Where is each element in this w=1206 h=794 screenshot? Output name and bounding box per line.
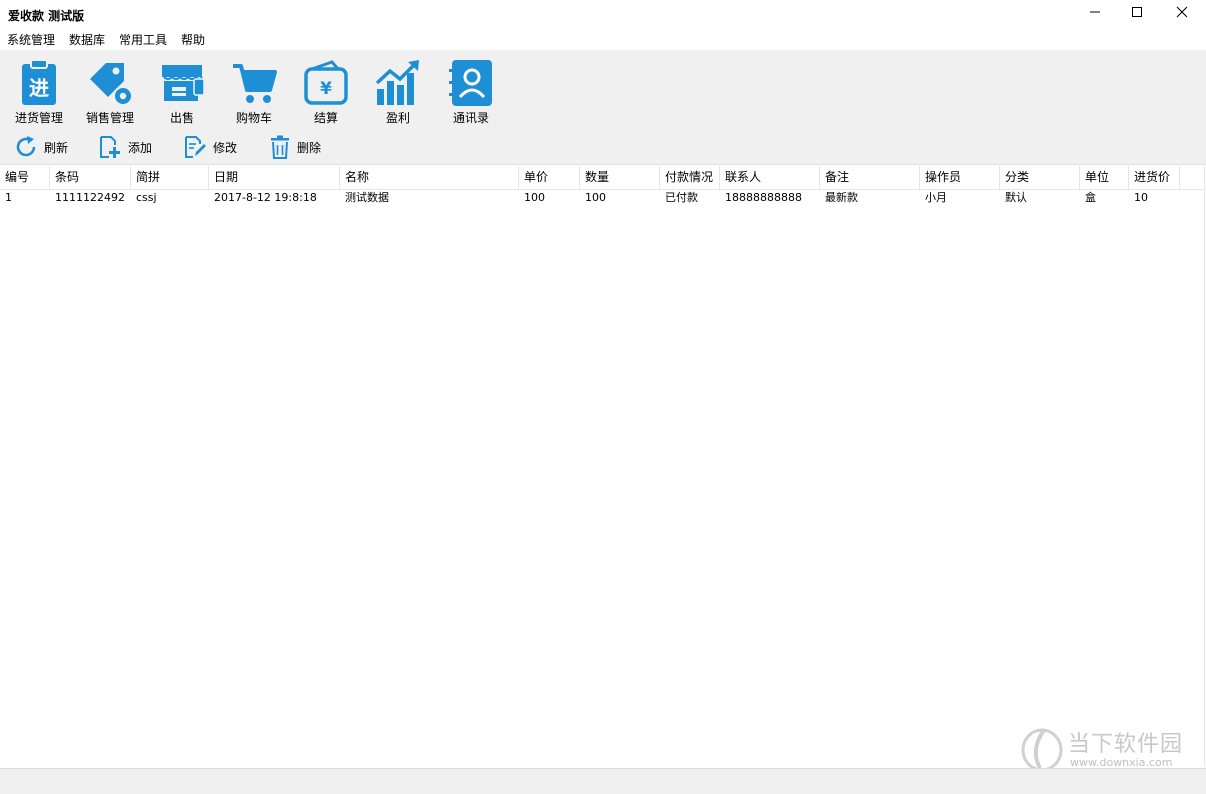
add-button[interactable]: 添加 [98,135,152,159]
menu-common-tools[interactable]: 常用工具 [112,30,174,50]
cell-unit: 盒 [1085,191,1096,204]
main-toolbar: 进 进货管理 销售管理 出售 购物车 ¥ 结算 盈利 通讯录 [0,50,1206,130]
trash-icon [271,135,289,159]
data-grid[interactable]: 编号 条码 简拼 日期 名称 单价 数量 付款情况 联系人 备注 操作员 分类 … [0,166,1205,766]
cell-unit-price: 100 [524,191,545,204]
table-row[interactable]: 1 1111122492 cssj 2017-8-12 19:8:18 测试数据… [0,189,1204,207]
column-header-purchase-price[interactable]: 进货价 [1129,166,1180,189]
column-header-unit-price[interactable]: 单价 [519,166,580,189]
contacts-label: 通讯录 [452,111,489,125]
cell-payment-status: 已付款 [665,191,698,204]
shopping-cart-button[interactable]: 购物车 [222,58,286,128]
edit-document-icon [185,136,206,158]
wallet-yen-icon: ¥ [301,58,351,108]
sell-button[interactable]: 出售 [150,58,214,128]
checkout-label: 结算 [313,111,338,125]
profit-button[interactable]: 盈利 [366,58,430,128]
close-button[interactable] [1159,0,1205,24]
column-header-payment-status[interactable]: 付款情况 [660,166,720,189]
status-bar [0,768,1206,794]
maximize-icon [1132,7,1142,17]
column-header-unit[interactable]: 单位 [1080,166,1129,189]
action-toolbar: 刷新 添加 修改 删除 [0,130,1206,165]
edit-label: 修改 [213,140,238,155]
refresh-icon [16,136,36,157]
column-header-pinyin[interactable]: 简拼 [131,166,209,189]
cell-remark: 最新款 [825,191,858,204]
column-header-category[interactable]: 分类 [1000,166,1080,189]
cell-operator: 小月 [925,191,947,204]
shopping-cart-label: 购物车 [235,111,272,125]
purchase-management-button[interactable]: 进 进货管理 [7,58,71,128]
contacts-book-icon [446,58,496,108]
minimize-icon [1090,11,1100,13]
storefront-icon [157,58,207,108]
shopping-cart-icon [229,58,279,108]
svg-text:进: 进 [29,76,49,100]
column-header-date[interactable]: 日期 [209,166,340,189]
column-header-id[interactable]: 编号 [0,166,50,189]
column-header-contact[interactable]: 联系人 [720,166,820,189]
cell-purchase-price: 10 [1134,191,1148,204]
minimize-button[interactable] [1072,0,1118,24]
watermark-text: 当下软件园 [1068,732,1184,757]
cell-name: 测试数据 [345,191,389,204]
checkout-button[interactable]: ¥ 结算 [294,58,358,128]
window-title: 爱收款 测试版 [8,9,85,23]
refresh-button[interactable]: 刷新 [14,135,68,159]
cell-barcode: 1111122492 [55,191,125,204]
menu-database[interactable]: 数据库 [62,30,112,50]
cell-category: 默认 [1005,191,1027,204]
delete-label: 删除 [297,140,322,155]
column-header-remark[interactable]: 备注 [820,166,920,189]
edit-button[interactable]: 修改 [183,135,237,159]
cell-pinyin: cssj [136,191,157,204]
add-document-icon [100,136,120,158]
clipboard-jin-icon: 进 [14,58,64,108]
cell-date: 2017-8-12 19:8:18 [214,191,317,204]
title-bar: 爱收款 测试版 [0,0,1206,30]
watermark-logo-icon [1021,728,1063,772]
maximize-button[interactable] [1114,0,1160,24]
sell-label: 出售 [169,111,194,125]
menu-bar: 系统管理 数据库 常用工具 帮助 [0,30,1206,50]
purchase-management-label: 进货管理 [14,111,63,125]
column-header-operator[interactable]: 操作员 [920,166,1000,189]
contacts-button[interactable]: 通讯录 [439,58,503,128]
column-header-barcode[interactable]: 条码 [50,166,131,189]
bar-chart-growth-icon [373,58,423,108]
column-header-quantity[interactable]: 数量 [580,166,660,189]
menu-system-management[interactable]: 系统管理 [0,30,62,50]
profit-label: 盈利 [385,111,410,125]
column-header-name[interactable]: 名称 [340,166,519,189]
sales-management-label: 销售管理 [85,111,134,125]
sales-management-button[interactable]: 销售管理 [78,58,142,128]
svg-text:¥: ¥ [320,79,332,99]
watermark: 当下软件园 www.downxia.com [1020,724,1190,774]
delete-button[interactable]: 删除 [269,135,321,159]
add-label: 添加 [128,140,153,155]
close-icon [1176,6,1188,18]
cell-quantity: 100 [585,191,606,204]
cell-contact: 18888888888 [725,191,802,204]
menu-help[interactable]: 帮助 [174,30,212,50]
cell-id: 1 [5,191,12,204]
grid-header: 编号 条码 简拼 日期 名称 单价 数量 付款情况 联系人 备注 操作员 分类 … [0,166,1204,190]
refresh-label: 刷新 [44,140,69,155]
price-tag-gear-icon [85,58,135,108]
